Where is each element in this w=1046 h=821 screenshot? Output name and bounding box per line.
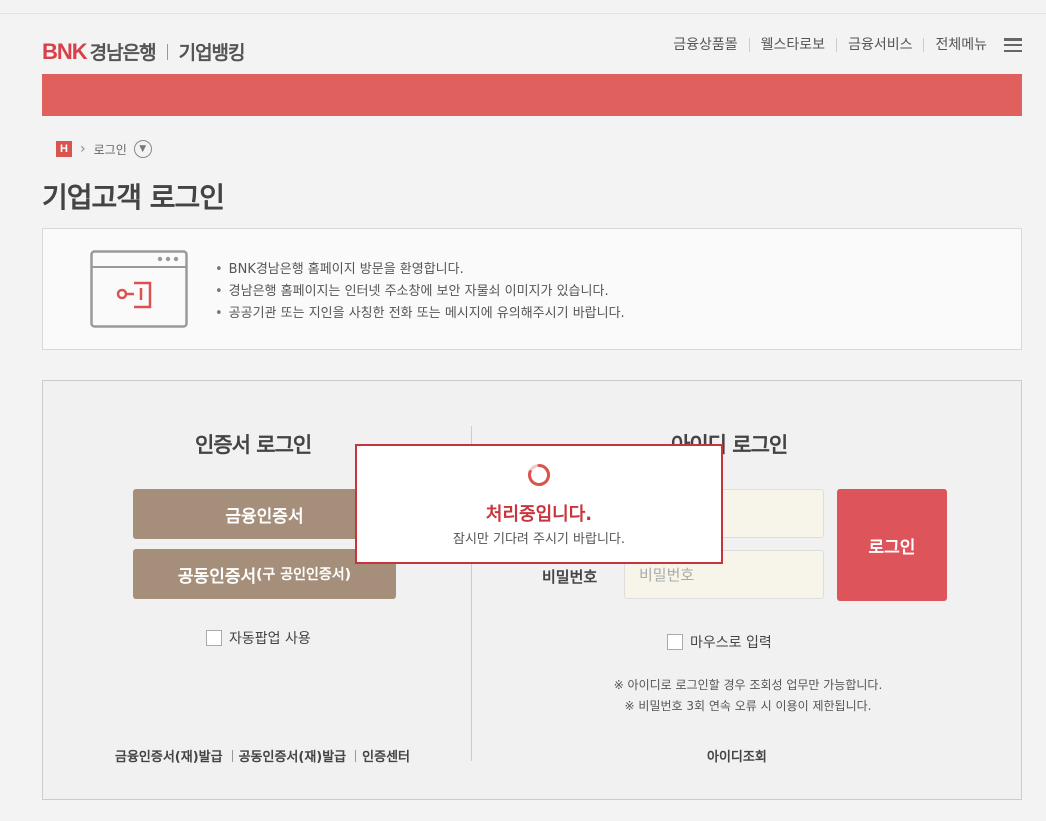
global-nav: 금융상품몰 웰스타로보 금융서비스 전체메뉴 <box>662 38 1022 52</box>
logo-bnk: BNK <box>42 38 88 64</box>
logo-bank-name: 경남은행 <box>89 42 157 64</box>
cert-center-link[interactable]: 인증센터 <box>362 746 410 765</box>
auto-popup-label: 자동팝업 사용 <box>229 631 311 647</box>
dialog-subtitle: 잠시만 기다려 주시기 바랍니다. <box>452 532 625 547</box>
notice-item: BNK경남은행 홈페이지 방문을 환영합니다. <box>215 259 625 281</box>
logo[interactable]: BNK 경남은행 기업뱅킹 <box>42 38 246 65</box>
processing-dialog: 처리중입니다. 잠시만 기다려 주시기 바랍니다. <box>355 444 723 564</box>
joint-cert-label: 공동인증서 <box>177 566 257 587</box>
logo-divider <box>166 43 168 60</box>
nav-wealth-robo[interactable]: 웰스타로보 <box>748 38 836 52</box>
nav-financial-services[interactable]: 금융서비스 <box>836 38 923 52</box>
password-label: 비밀번호 <box>542 568 598 586</box>
browser-key-icon <box>90 250 188 328</box>
notice-item: 공공기관 또는 지인을 사칭한 전화 또는 메시지에 유의해주시기 바랍니다. <box>215 303 625 325</box>
mouse-input-label: 마우스로 입력 <box>690 635 772 651</box>
login-button[interactable]: 로그인 <box>837 489 947 601</box>
mouse-input-checkbox[interactable] <box>667 634 683 650</box>
auto-popup-option[interactable]: 자동팝업 사용 <box>206 628 311 648</box>
breadcrumb: H › 로그인 ▼ <box>56 140 152 158</box>
id-lookup-link[interactable]: 아이디조회 <box>707 746 767 765</box>
home-icon[interactable]: H <box>56 141 72 157</box>
logo-corporate-banking: 기업뱅킹 <box>178 42 246 64</box>
chevron-down-icon[interactable]: ▼ <box>133 140 152 158</box>
financial-cert-issue-link[interactable]: 금융인증서(재)발급 <box>115 746 223 765</box>
auto-popup-checkbox[interactable] <box>206 630 222 646</box>
notice-list: BNK경남은행 홈페이지 방문을 환영합니다. 경남은행 홈페이지는 인터넷 주… <box>215 259 625 325</box>
joint-cert-issue-link[interactable]: 공동인증서(재)발급 <box>239 746 347 765</box>
cert-login-title: 인증서 로그인 <box>195 433 312 457</box>
mouse-input-option[interactable]: 마우스로 입력 <box>667 632 772 652</box>
cert-links: 금융인증서(재)발급 공동인증서(재)발급 인증센터 <box>115 746 410 765</box>
password-error-note: ※ 비밀번호 3회 연속 오류 시 이용이 제한됩니다. <box>624 699 872 713</box>
link-divider <box>355 749 357 762</box>
notice-box: BNK경남은행 홈페이지 방문을 환영합니다. 경남은행 홈페이지는 인터넷 주… <box>42 228 1022 350</box>
breadcrumb-current: 로그인 <box>93 142 127 157</box>
loading-spinner-icon <box>528 463 551 486</box>
nav-financial-products[interactable]: 금융상품몰 <box>662 38 748 52</box>
header: BNK 경남은행 기업뱅킹 금융상품몰 웰스타로보 금융서비스 전체메뉴 <box>0 14 1046 74</box>
joint-cert-sublabel: (구 공인인증서) <box>256 567 352 583</box>
hamburger-menu-icon[interactable] <box>1004 38 1022 52</box>
notice-item: 경남은행 홈페이지는 인터넷 주소창에 보안 자물쇠 이미지가 있습니다. <box>215 281 625 303</box>
chevron-right-icon: › <box>80 141 86 157</box>
nav-all-menu[interactable]: 전체메뉴 <box>923 38 998 52</box>
page-title: 기업고객 로그인 <box>42 181 225 214</box>
link-divider <box>231 749 233 762</box>
login-panel: 인증서 로그인 금융인증서 공동인증서 (구 공인인증서) 자동팝업 사용 금융인… <box>42 380 1022 800</box>
dialog-title: 처리중입니다. <box>485 504 593 525</box>
id-login-note: ※ 아이디로 로그인할 경우 조회성 업무만 가능합니다. <box>613 678 883 692</box>
top-strip <box>0 0 1046 14</box>
banner-bar <box>42 74 1022 116</box>
